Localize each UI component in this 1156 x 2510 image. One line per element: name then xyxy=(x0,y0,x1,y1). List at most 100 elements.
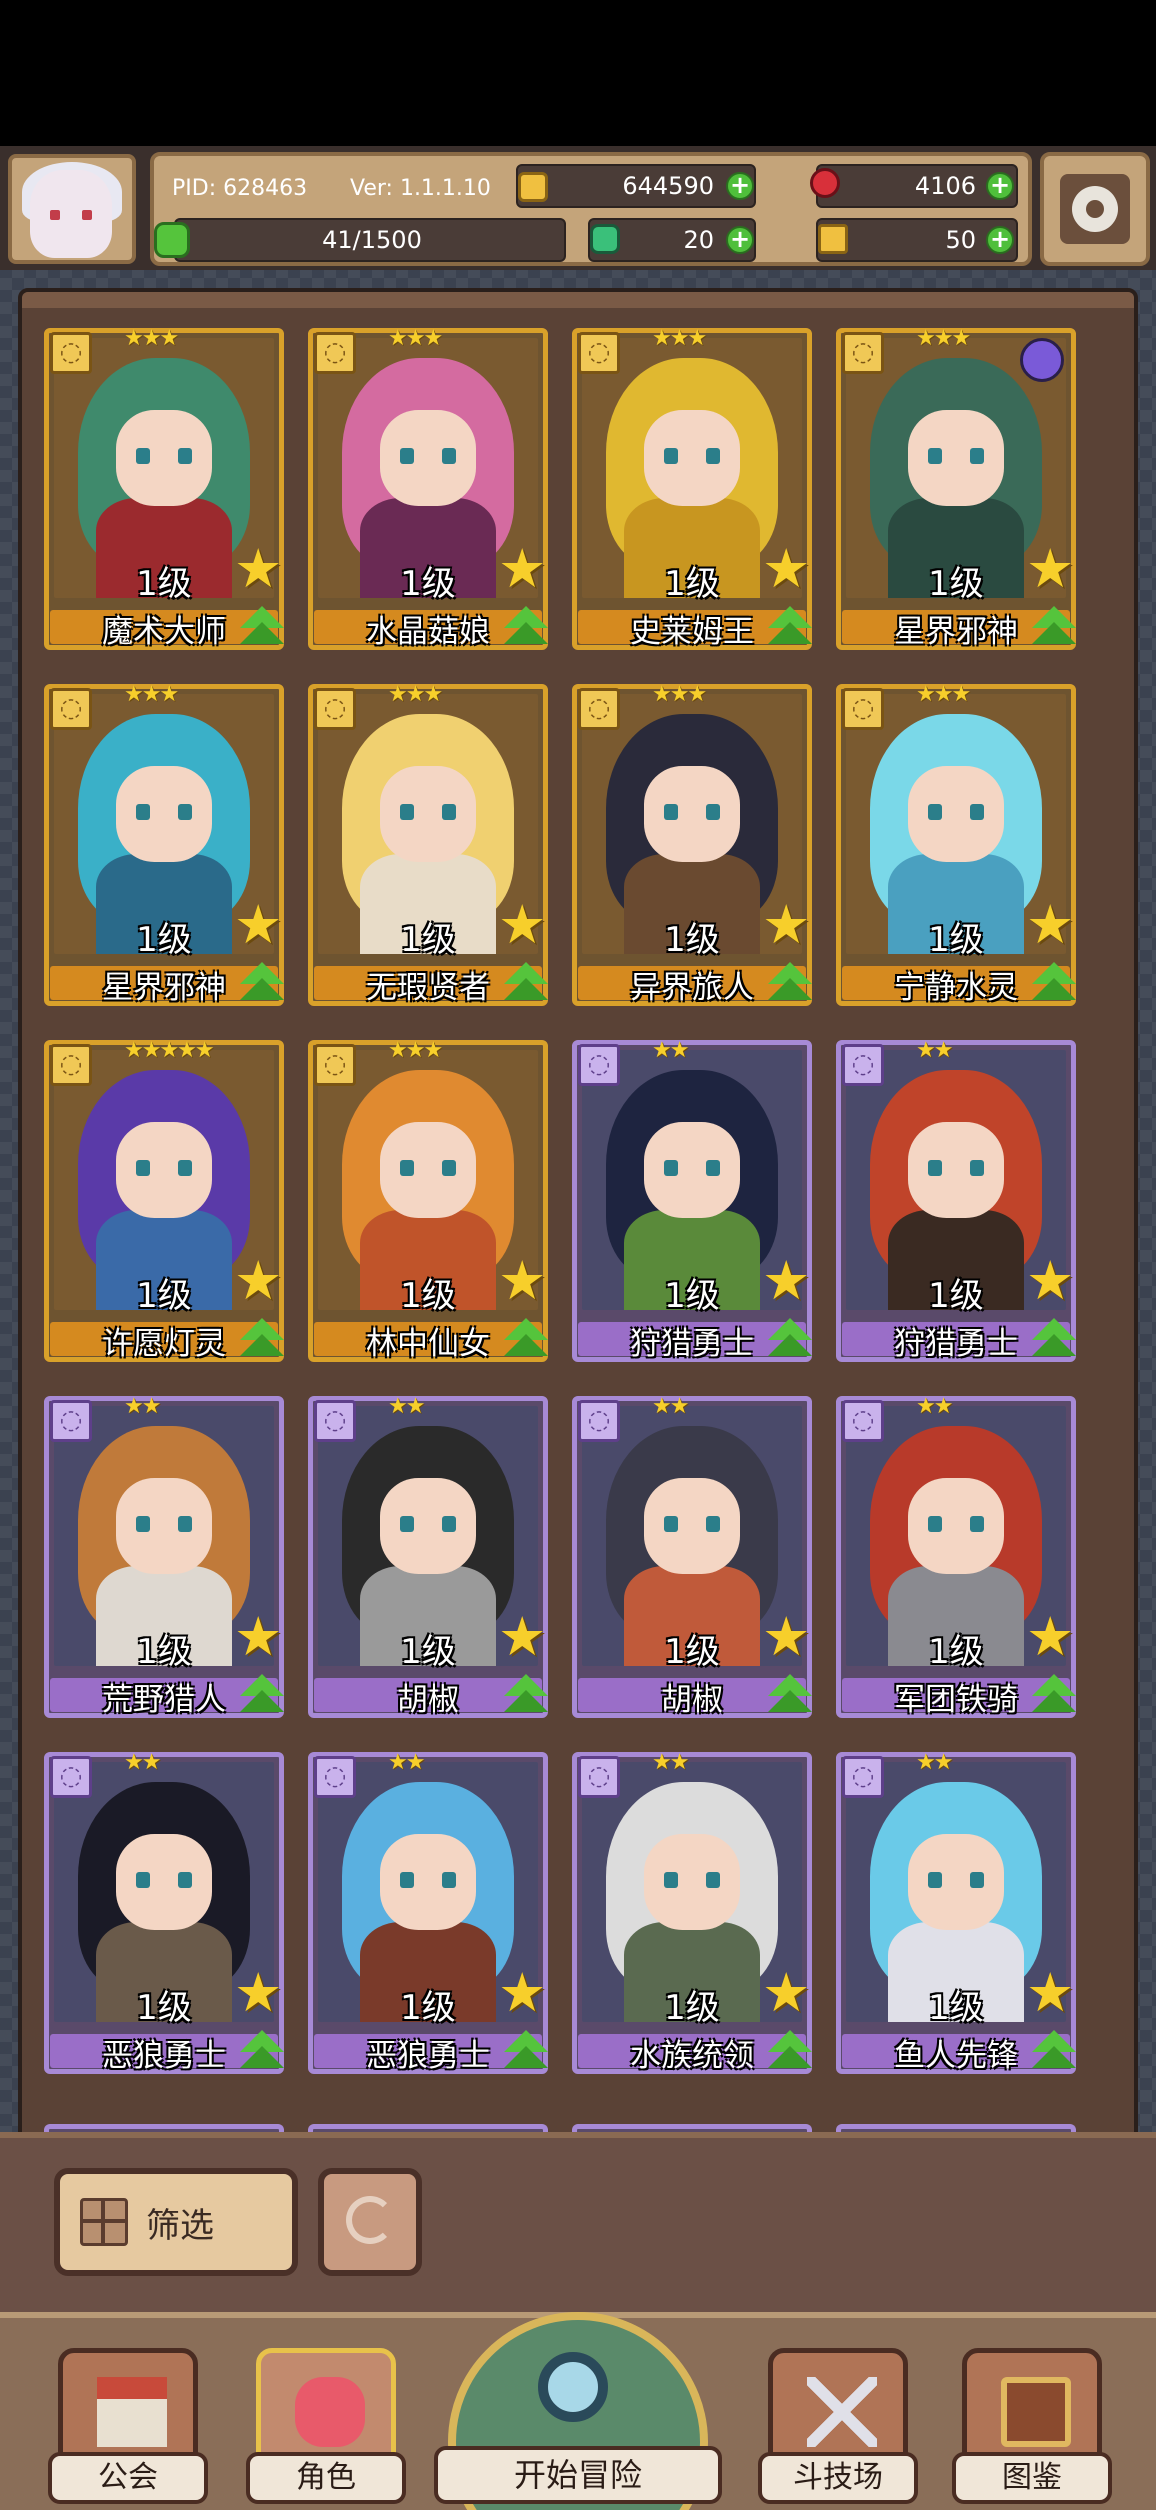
grid-icon xyxy=(80,2198,128,2246)
portrait-eye xyxy=(136,1872,150,1888)
upgrade-arrow-icon xyxy=(768,978,812,1000)
puzzle-value: 50 xyxy=(945,226,976,254)
energy-leaf-icon xyxy=(154,222,190,258)
class-badge-icon: ◌ xyxy=(314,1044,356,1086)
character-card[interactable]: ◌ ★★ 1级 恶狼勇士 ★ xyxy=(44,1752,284,2082)
class-badge-icon: ◌ xyxy=(314,332,356,374)
upgrade-arrow-icon xyxy=(240,622,284,644)
rarity-stars: ★★ xyxy=(124,1394,161,1419)
character-card[interactable]: ◌ ★★★ 1级 林中仙女 ★ xyxy=(308,1040,548,1370)
portrait-eye xyxy=(178,1160,192,1176)
avatar-eye xyxy=(82,210,92,220)
portrait-eye xyxy=(664,804,678,820)
clover-value: 20 xyxy=(683,226,714,254)
energy-value: 41/1500 xyxy=(322,226,422,254)
upgrade-arrow-icon xyxy=(504,622,548,644)
character-card[interactable]: ◌ ★★ 1级 狩猎勇士 ★ xyxy=(572,1040,812,1370)
upgrade-arrow-icon xyxy=(768,1690,812,1712)
character-card[interactable]: ◌ ★★ 1级 鱼人先锋 ★ xyxy=(836,1752,1076,2082)
portrait-eye xyxy=(664,1872,678,1888)
portrait-eye xyxy=(706,1872,720,1888)
avatar-face xyxy=(30,170,112,258)
character-card[interactable]: ◌ ★★★ 1级 星界邪神 ★ xyxy=(836,328,1076,658)
upgrade-arrow-icon xyxy=(768,1334,812,1356)
rarity-stars: ★★★ xyxy=(124,326,179,351)
refresh-button[interactable] xyxy=(318,2168,422,2276)
portrait-face xyxy=(644,410,740,506)
add-clover-button[interactable]: + xyxy=(726,226,754,254)
portrait-face xyxy=(380,1834,476,1930)
nav-codex[interactable]: 图鉴 xyxy=(952,2348,1112,2510)
character-card[interactable]: ◌ ★★★ 1级 星界邪神 ★ xyxy=(44,684,284,1014)
add-gem-button[interactable]: + xyxy=(986,172,1014,200)
settings-button[interactable] xyxy=(1040,152,1150,266)
portrait-eye xyxy=(706,804,720,820)
portrait-face xyxy=(116,1834,212,1930)
portrait-eye xyxy=(178,1516,192,1532)
player-id: PID: 628463 xyxy=(172,176,308,201)
rarity-stars: ★★ xyxy=(388,1394,425,1419)
portrait-face xyxy=(644,766,740,862)
character-card[interactable]: ◌ ★★ 1级 军团铁骑 ★ xyxy=(836,1396,1076,1726)
character-card[interactable]: ◌ ★★ 1级 狩猎勇士 ★ xyxy=(836,1040,1076,1370)
star-icon: ★ xyxy=(762,1605,811,1668)
portrait-eye xyxy=(442,804,456,820)
portrait-face xyxy=(908,1122,1004,1218)
character-card[interactable]: ◌ ★★★ 1级 异界旅人 ★ xyxy=(572,684,812,1014)
nav-codex-label: 图鉴 xyxy=(952,2452,1112,2504)
energy-bar: 41/1500 xyxy=(174,218,566,262)
portrait-eye xyxy=(664,1160,678,1176)
character-card[interactable]: ◌ ★★ 1级 胡椒 ★ xyxy=(572,1396,812,1726)
upgrade-arrow-icon xyxy=(1032,2046,1076,2068)
upgrade-arrow-icon xyxy=(1032,1690,1076,1712)
class-badge-icon: ◌ xyxy=(578,332,620,374)
portrait-eye xyxy=(136,448,150,464)
portrait-eye xyxy=(400,1872,414,1888)
nav-guild[interactable]: 公会 xyxy=(48,2348,208,2510)
character-card[interactable]: ◌ ★★ 1级 恶狼勇士 ★ xyxy=(308,1752,548,2082)
class-badge-icon: ◌ xyxy=(842,1756,884,1798)
rarity-stars: ★★ xyxy=(388,1750,425,1775)
portrait-face xyxy=(908,410,1004,506)
add-puzzle-button[interactable]: + xyxy=(986,226,1014,254)
portrait-face xyxy=(380,410,476,506)
class-badge-icon: ◌ xyxy=(50,688,92,730)
portrait-eye xyxy=(178,804,192,820)
rarity-stars: ★★ xyxy=(652,1038,689,1063)
character-card[interactable]: ◌ ★★★ 1级 宁静水灵 ★ xyxy=(836,684,1076,1014)
filter-button[interactable]: 筛选 xyxy=(54,2168,298,2276)
character-card[interactable]: ◌ ★★★ 1级 无瑕贤者 ★ xyxy=(308,684,548,1014)
star-icon: ★ xyxy=(1026,1961,1075,2024)
character-card[interactable]: ◌ ★★★★★ 1级 许愿灯灵 ★ xyxy=(44,1040,284,1370)
character-card[interactable]: ◌ ★★★ 1级 魔术大师 ★ xyxy=(44,328,284,658)
start-adventure-button[interactable]: 开始冒险 xyxy=(434,2312,722,2510)
upgrade-arrow-icon xyxy=(504,1334,548,1356)
rarity-stars: ★★★ xyxy=(652,682,707,707)
portrait-eye xyxy=(400,804,414,820)
rarity-stars: ★★ xyxy=(916,1394,953,1419)
character-card[interactable]: ◌ ★★★ 1级 水晶菇娘 ★ xyxy=(308,328,548,658)
guild-house-icon xyxy=(97,2377,167,2447)
player-avatar[interactable] xyxy=(8,154,136,264)
portrait-eye xyxy=(706,1160,720,1176)
character-card[interactable]: ◌ ★★ 1级 荒野猎人 ★ xyxy=(44,1396,284,1726)
star-icon: ★ xyxy=(234,1249,283,1312)
nav-character[interactable]: 角色 xyxy=(246,2348,406,2510)
class-badge-icon: ◌ xyxy=(50,1400,92,1442)
puzzle-piece-icon xyxy=(818,224,848,254)
rarity-stars: ★★★ xyxy=(916,682,971,707)
nav-arena[interactable]: 斗技场 xyxy=(758,2348,918,2510)
character-card[interactable]: ◌ ★★★ 1级 史莱姆王 ★ xyxy=(572,328,812,658)
rarity-stars: ★★ xyxy=(124,1750,161,1775)
upgrade-arrow-icon xyxy=(240,2046,284,2068)
portrait-face xyxy=(908,1834,1004,1930)
portrait-eye xyxy=(178,448,192,464)
add-gold-button[interactable]: + xyxy=(726,172,754,200)
portrait-eye xyxy=(970,1516,984,1532)
portrait-eye xyxy=(970,448,984,464)
class-badge-icon: ◌ xyxy=(842,1044,884,1086)
upgrade-arrow-icon xyxy=(768,2046,812,2068)
character-card[interactable]: ◌ ★★ 1级 胡椒 ★ xyxy=(308,1396,548,1726)
resource-panel: PID: 628463 Ver: 1.1.1.10 644590 + 4106 … xyxy=(150,152,1032,266)
character-card[interactable]: ◌ ★★ 1级 水族统领 ★ xyxy=(572,1752,812,2082)
